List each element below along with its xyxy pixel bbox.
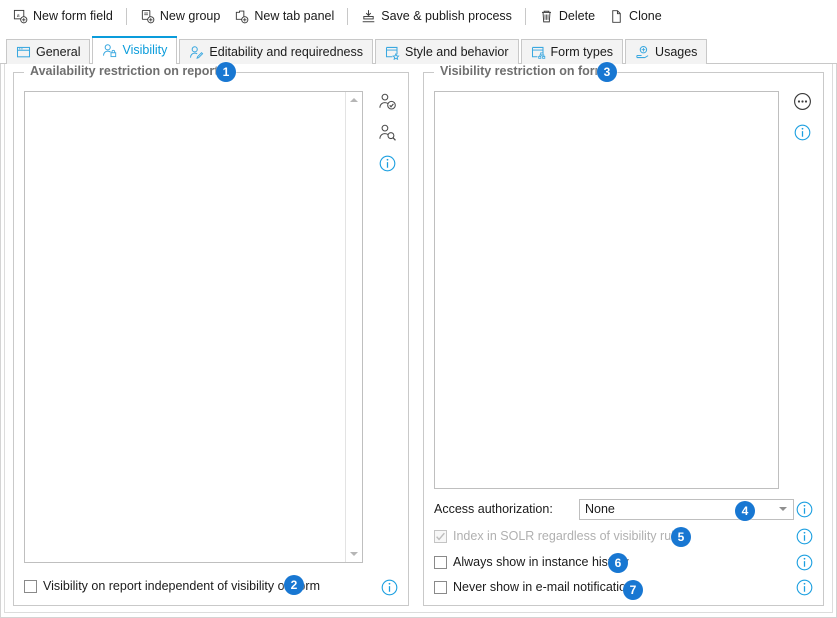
visibility-restriction-on-form-panel: Visibility restriction on form Access au… [423, 64, 824, 606]
form-field-editor-window: a New form field New group New tab panel… [0, 0, 837, 618]
availability-restriction-listbox[interactable] [24, 91, 363, 563]
index-in-solr-label: Index in SOLR regardless of visibility r… [453, 529, 688, 543]
visibility-on-report-independent-label: Visibility on report independent of visi… [43, 579, 320, 593]
save-publish-process-button[interactable]: Save & publish process [354, 3, 519, 29]
chevron-down-icon [779, 507, 787, 511]
visibility-action-rail [785, 89, 819, 144]
visibility-user-lock-icon [103, 43, 117, 57]
info-icon [381, 579, 398, 596]
search-user-button[interactable] [375, 120, 399, 144]
tab-usages-label: Usages [655, 45, 698, 59]
search-user-icon [378, 124, 396, 141]
index-in-solr-checkbox [434, 529, 447, 543]
always-show-instance-history-label: Always show in instance history [453, 555, 629, 569]
badge-3: 3 [597, 62, 617, 82]
toolbar-separator [524, 7, 526, 25]
availability-restriction-title: Availability restriction on reports [24, 64, 232, 78]
badge-5: 5 [671, 527, 691, 547]
access-authorization-info-button[interactable] [796, 501, 813, 518]
always-show-instance-history-checkbox[interactable] [434, 555, 447, 569]
info-icon [379, 155, 395, 171]
visibility-tab-content: Availability restriction on reports Visi… [0, 64, 837, 618]
never-show-email-notifications-info-button[interactable] [796, 579, 813, 596]
save-publish-icon [362, 9, 375, 22]
tab-visibility[interactable]: Visibility [92, 36, 178, 65]
info-icon [796, 528, 813, 544]
svg-text:a: a [17, 11, 20, 18]
new-tab-panel-label: New tab panel [254, 9, 335, 23]
tab-editability-label: Editability and requiredness [209, 45, 363, 59]
badge-4: 4 [735, 501, 755, 521]
visibility-restriction-listbox[interactable] [434, 91, 779, 489]
info-icon [796, 501, 813, 517]
tab-visibility-label: Visibility [122, 43, 168, 57]
index-in-solr-row: Index in SOLR regardless of visibility r… [434, 525, 813, 547]
delete-label: Delete [558, 9, 596, 23]
access-authorization-label: Access authorization: [434, 502, 553, 516]
general-window-icon [16, 46, 31, 57]
main-toolbar: a New form field New group New tab panel… [0, 0, 837, 32]
tab-usages[interactable]: Usages [625, 39, 708, 64]
visibility-on-report-independent-checkbox[interactable] [24, 579, 37, 593]
info-icon [796, 554, 813, 570]
never-show-email-notifications-label: Never show in e-mail notifications [453, 580, 640, 594]
availability-restriction-on-reports-panel: Availability restriction on reports Visi… [13, 64, 409, 606]
availability-action-rail [370, 89, 404, 175]
new-tab-panel-button[interactable]: New tab panel [227, 3, 341, 29]
new-group-button[interactable]: New group [133, 3, 227, 29]
scroll-down-arrow-icon[interactable] [346, 546, 362, 562]
new-form-field-icon: a [13, 9, 28, 23]
style-window-star-icon [385, 46, 400, 60]
form-types-icon [531, 46, 545, 59]
clone-label: Clone [629, 9, 662, 23]
new-tab-panel-icon [236, 10, 249, 23]
badge-2: 2 [284, 575, 304, 595]
access-authorization-row: Access authorization: None [434, 498, 813, 520]
assign-user-icon [378, 93, 396, 110]
assign-user-button[interactable] [375, 89, 399, 113]
tab-style-label: Style and behavior [404, 45, 509, 59]
info-icon [794, 124, 810, 140]
tab-style-and-behavior[interactable]: Style and behavior [374, 39, 519, 64]
tab-general-label: General [36, 45, 81, 59]
visibility-info-button[interactable] [790, 120, 814, 144]
scroll-up-arrow-icon[interactable] [346, 92, 362, 108]
tab-editability-and-requiredness[interactable]: Editability and requiredness [179, 39, 373, 64]
visibility-more-button[interactable] [790, 89, 814, 113]
badge-6: 6 [608, 553, 628, 573]
delete-icon [541, 10, 551, 22]
index-in-solr-info-button[interactable] [796, 528, 813, 545]
visibility-on-report-independent-row[interactable]: Visibility on report independent of visi… [24, 577, 320, 595]
content-inner-frame: Availability restriction on reports Visi… [4, 64, 833, 613]
never-show-email-notifications-checkbox[interactable] [434, 580, 447, 594]
delete-button[interactable]: Delete [532, 3, 602, 29]
availability-listbox-scrollbar[interactable] [345, 92, 362, 562]
badge-1: 1 [216, 62, 236, 82]
tab-form-types[interactable]: Form types [520, 39, 624, 64]
save-publish-process-label: Save & publish process [381, 9, 512, 23]
editability-user-pencil-icon [190, 45, 204, 59]
new-form-field-button[interactable]: a New form field [6, 3, 120, 29]
info-icon [796, 579, 813, 595]
badge-7: 7 [623, 580, 643, 600]
access-authorization-value: None [585, 502, 615, 516]
availability-info-button[interactable] [375, 151, 399, 175]
usages-icon [636, 45, 649, 58]
check-icon [436, 532, 445, 541]
tab-form-types-label: Form types [550, 45, 614, 59]
tab-general[interactable]: General [6, 39, 91, 64]
toolbar-separator [125, 7, 127, 25]
new-group-icon [141, 9, 155, 23]
visibility-on-report-info-button[interactable] [381, 579, 398, 596]
access-authorization-select[interactable]: None [579, 498, 794, 520]
clone-icon [612, 9, 621, 23]
new-group-label: New group [159, 9, 221, 23]
visibility-restriction-title: Visibility restriction on form [434, 64, 612, 78]
ellipsis-icon [793, 92, 811, 110]
new-form-field-label: New form field [33, 9, 113, 23]
always-show-instance-history-info-button[interactable] [796, 554, 813, 571]
tab-strip: General Visibility Editability and requi… [0, 34, 837, 65]
toolbar-separator [347, 7, 349, 25]
clone-button[interactable]: Clone [602, 3, 669, 29]
